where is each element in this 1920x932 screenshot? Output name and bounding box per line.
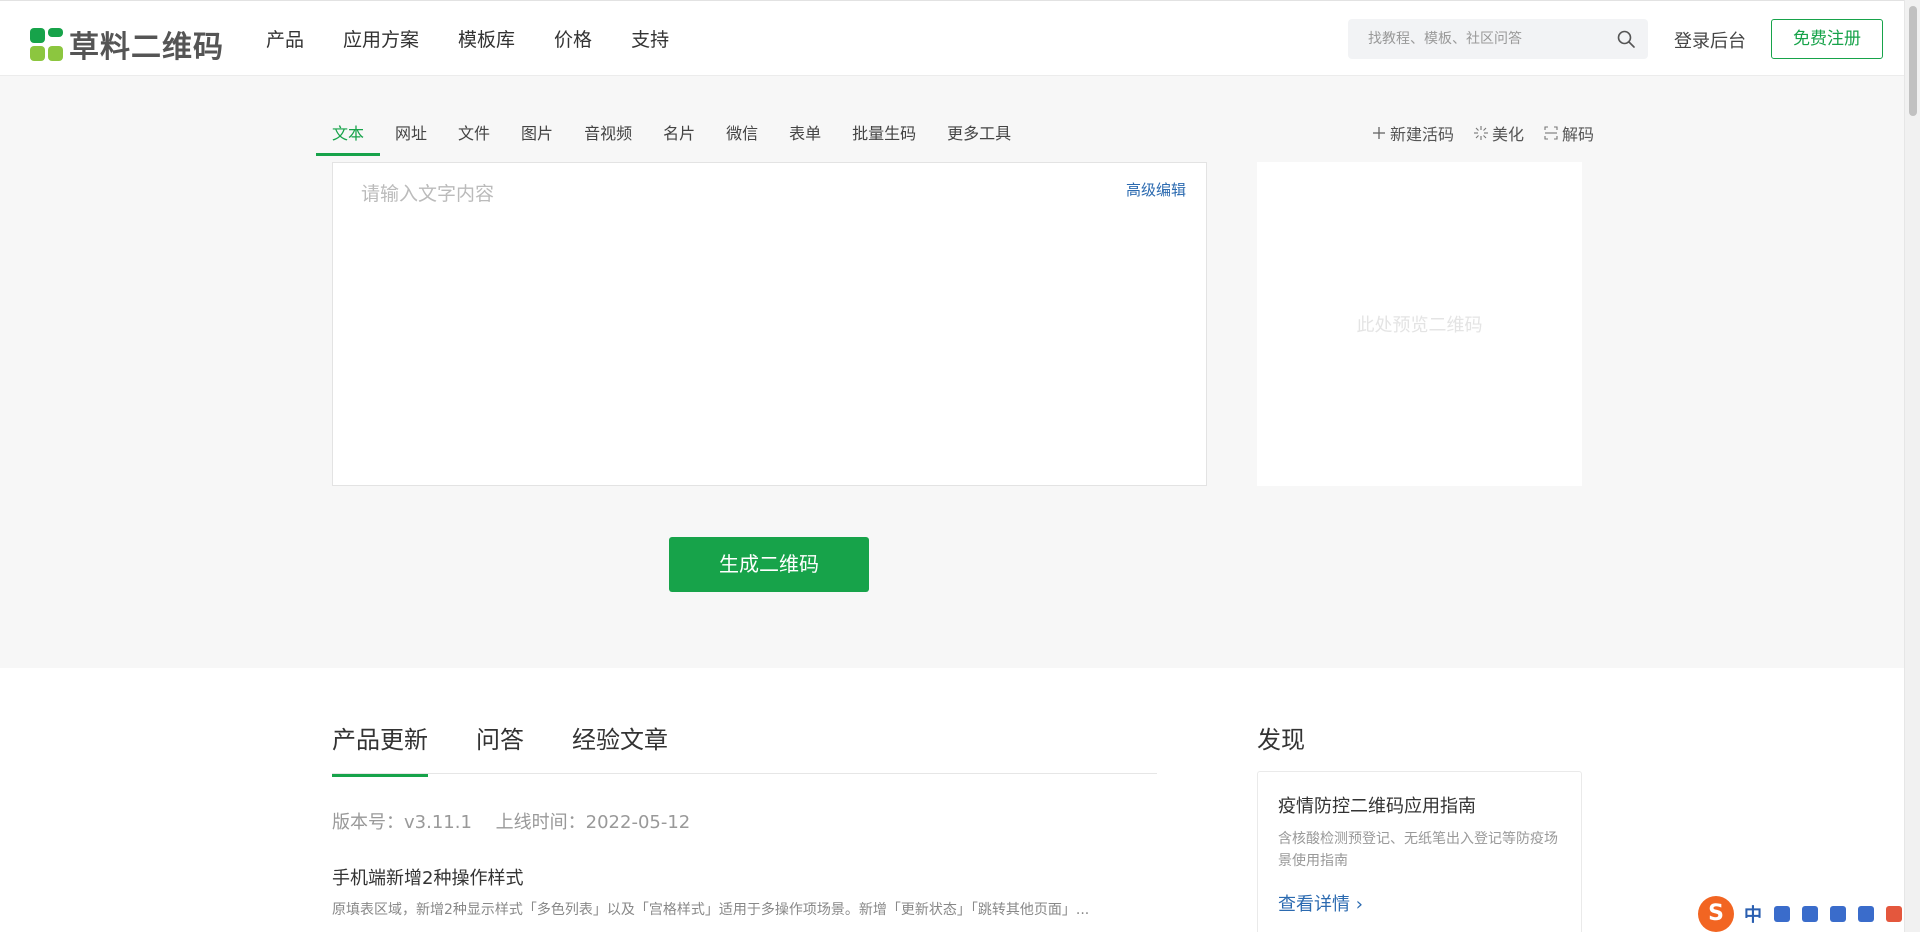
tool-links: 新建活码 美化 解码 [1352, 121, 1594, 145]
page-scrollbar[interactable] [1904, 0, 1920, 932]
nav-item-products[interactable]: 产品 [266, 25, 304, 52]
tab-qa[interactable]: 问答 [476, 720, 524, 755]
info-section: 产品更新 问答 经验文章 版本号：v3.11.1 上线时间：2022-05-12… [0, 668, 1904, 932]
tab-file[interactable]: 文件 [458, 120, 490, 150]
keyboard-icon[interactable] [1830, 906, 1846, 922]
logo-mark-icon [30, 27, 63, 61]
release-date: 上线时间：2022-05-12 [495, 812, 691, 833]
sogou-ime-icon[interactable]: S [1698, 896, 1734, 932]
scrollbar-thumb[interactable] [1909, 6, 1917, 116]
update-description: 原填表区域，新增2种显示样式「多色列表」以及「宫格样式」适用于多操作项场景。新增… [332, 902, 1090, 918]
tab-more-tools[interactable]: 更多工具 [947, 120, 1011, 150]
tab-articles[interactable]: 经验文章 [572, 720, 668, 755]
discover-card: 疫情防控二维码应用指南 含核酸检测预登记、无纸笔出入登记等防疫场景使用指南 查看… [1257, 771, 1582, 932]
qr-preview-area: 此处预览二维码 [1257, 162, 1582, 486]
register-button[interactable]: 免费注册 [1771, 19, 1883, 59]
logo[interactable]: 草料二维码 [30, 22, 224, 66]
main-nav: 产品 应用方案 模板库 价格 支持 [266, 25, 708, 52]
plus-icon [1373, 127, 1385, 139]
qr-preview-placeholder: 此处预览二维码 [1356, 315, 1483, 336]
generate-qr-button[interactable]: 生成二维码 [669, 537, 869, 592]
tab-url[interactable]: 网址 [395, 120, 427, 150]
tab-image[interactable]: 图片 [521, 120, 553, 150]
beautify-button[interactable]: 美化 [1474, 121, 1524, 145]
decode-label: 解码 [1562, 125, 1595, 144]
info-tabs: 产品更新 问答 经验文章 [332, 720, 716, 777]
nav-item-solutions[interactable]: 应用方案 [343, 25, 419, 52]
version-number: 版本号：v3.11.1 [332, 812, 472, 833]
decode-button[interactable]: 解码 [1544, 121, 1594, 145]
tab-product-updates[interactable]: 产品更新 [332, 720, 428, 777]
tab-audio-video[interactable]: 音视频 [584, 120, 632, 150]
site-header: 草料二维码 产品 应用方案 模板库 价格 支持 登录后台 免费注册 [0, 1, 1904, 76]
discover-title: 发现 [1257, 726, 1305, 754]
nav-item-templates[interactable]: 模板库 [458, 25, 515, 52]
search-icon[interactable] [1616, 29, 1636, 49]
beautify-label: 美化 [1492, 125, 1525, 144]
scan-icon [1544, 126, 1558, 140]
ime-toolbar: S 中 [1698, 896, 1904, 932]
logo-text: 草料二维码 [69, 30, 224, 65]
new-live-code-label: 新建活码 [1390, 125, 1455, 144]
code-type-tabs: 文本 网址 文件 图片 音视频 名片 微信 表单 批量生码 更多工具 [315, 120, 1042, 156]
sparkle-icon [1474, 126, 1489, 140]
tab-batch[interactable]: 批量生码 [852, 120, 916, 150]
ime-language-indicator[interactable]: 中 [1744, 901, 1762, 927]
advanced-edit-link[interactable]: 高级编辑 [1126, 179, 1186, 200]
text-content-input[interactable] [361, 179, 1101, 479]
microphone-icon[interactable] [1802, 906, 1818, 922]
tab-wechat[interactable]: 微信 [726, 120, 758, 150]
skin-icon[interactable] [1858, 906, 1874, 922]
update-title[interactable]: 手机端新增2种操作样式 [332, 864, 523, 890]
tabs-divider [332, 773, 1157, 774]
ime-punctuation-icon[interactable] [1774, 906, 1790, 922]
new-live-code-button[interactable]: 新建活码 [1372, 121, 1454, 145]
nav-item-support[interactable]: 支持 [631, 25, 669, 52]
login-link[interactable]: 登录后台 [1674, 27, 1746, 53]
tab-form[interactable]: 表单 [789, 120, 821, 150]
ime-toolbox-icon[interactable] [1886, 906, 1902, 922]
version-info: 版本号：v3.11.1 上线时间：2022-05-12 [332, 808, 708, 834]
nav-item-pricing[interactable]: 价格 [554, 25, 592, 52]
card-description: 含核酸检测预登记、无纸笔出入登记等防疫场景使用指南 [1278, 831, 1558, 869]
card-title[interactable]: 疫情防控二维码应用指南 [1278, 792, 1476, 818]
tab-business-card[interactable]: 名片 [663, 120, 695, 150]
view-details-link[interactable]: 查看详情 › [1278, 890, 1363, 916]
text-editor: 高级编辑 [332, 162, 1207, 486]
search-box [1348, 19, 1648, 59]
search-input[interactable] [1348, 19, 1598, 59]
tab-text[interactable]: 文本 [315, 120, 381, 156]
